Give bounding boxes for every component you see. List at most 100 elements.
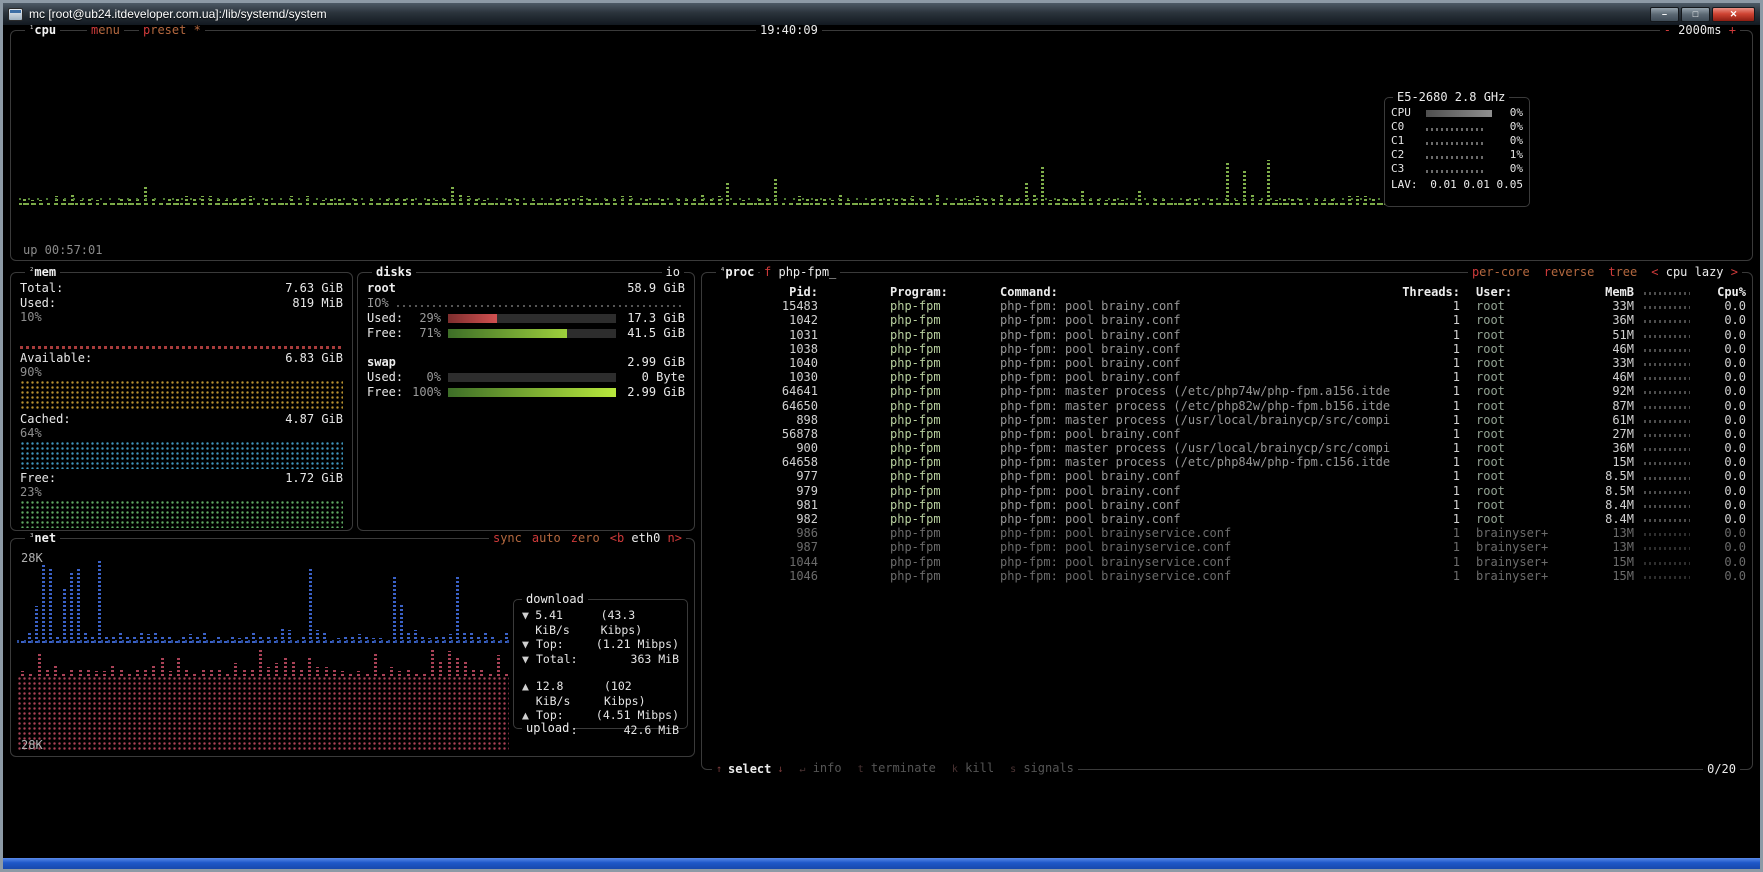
process-row[interactable]: 15483 php-fpm php-fpm: pool brainy.conf … (702, 299, 1752, 313)
disk-free-label: Free: (367, 326, 409, 341)
process-cpu-graph (1642, 498, 1698, 512)
column-memb[interactable]: MemB (1578, 285, 1634, 299)
process-pid: 64658 (708, 455, 818, 469)
terminate-action[interactable]: t terminate (858, 761, 936, 777)
process-row[interactable]: 981 php-fpm php-fpm: pool brainy.conf 1 … (702, 498, 1752, 512)
reverse-toggle[interactable]: reverse (1544, 265, 1595, 280)
process-row[interactable]: 900 php-fpm php-fpm: master process (/us… (702, 441, 1752, 455)
disks-box-title: disks (372, 265, 416, 280)
disk-free-fill (448, 329, 567, 338)
process-row[interactable]: 1031 php-fpm php-fpm: pool brainy.conf 1… (702, 328, 1752, 342)
select-action[interactable]: select (728, 762, 771, 777)
core-meter (1426, 148, 1492, 162)
disks-io-toggle[interactable]: io (662, 265, 684, 280)
title-bar[interactable]: mc [root@ub24.itdeveloper.com.ua]:/lib/s… (3, 3, 1760, 25)
column-program[interactable]: Program: (890, 285, 990, 299)
column-threads[interactable]: Threads: (1390, 285, 1460, 299)
process-row[interactable]: 64658 php-fpm php-fpm: master process (/… (702, 455, 1752, 469)
process-row[interactable]: 1042 php-fpm php-fpm: pool brainy.conf 1… (702, 313, 1752, 327)
per-core-toggle[interactable]: per-core (1472, 265, 1530, 280)
info-label: info (813, 761, 842, 775)
process-row[interactable]: 64650 php-fpm php-fpm: master process (/… (702, 399, 1752, 413)
net-upload-graph (17, 648, 509, 751)
process-row[interactable]: 986 php-fpm php-fpm: pool brainyservice.… (702, 526, 1752, 540)
preset-button[interactable]: preset * (143, 25, 201, 38)
process-user: root (1460, 455, 1578, 469)
process-row[interactable]: 987 php-fpm php-fpm: pool brainyservice.… (702, 540, 1752, 554)
download-total-row: ▼Total:363 MiB (522, 652, 679, 667)
process-user: root (1460, 356, 1578, 370)
interval-decrease-button[interactable]: - (1664, 25, 1671, 37)
net-box-options: sync auto zero <b eth0 n> (489, 531, 686, 546)
process-row[interactable]: 982 php-fpm php-fpm: pool brainy.conf 1 … (702, 512, 1752, 526)
process-mem: 36M (1578, 441, 1634, 455)
tree-toggle[interactable]: tree (1608, 265, 1637, 280)
interval-increase-button[interactable]: + (1729, 25, 1736, 37)
disk-free-row: Free: 71% 41.5 GiB (358, 326, 694, 341)
process-pid: 1038 (708, 342, 818, 356)
process-cpu-graph (1642, 356, 1698, 370)
kill-action[interactable]: k kill (952, 761, 994, 777)
minimize-button[interactable]: – (1650, 7, 1679, 22)
process-threads: 1 (1390, 569, 1460, 583)
net-iface-prev-button[interactable]: <b (610, 531, 624, 545)
process-mem: 13M (1578, 526, 1634, 540)
process-row[interactable]: 56878 php-fpm php-fpm: pool brainy.conf … (702, 427, 1752, 441)
swap-free-row: Free: 100% 2.99 GiB (358, 385, 694, 400)
window-controls: – □ ✕ (1650, 7, 1755, 22)
net-scale-bottom: 28K (21, 738, 43, 752)
process-cpu: 0.0 (1698, 555, 1746, 569)
process-mem: 8.5M (1578, 469, 1634, 483)
process-mem: 8.4M (1578, 498, 1634, 512)
net-zero-button[interactable]: zero (571, 531, 600, 546)
close-button[interactable]: ✕ (1712, 7, 1755, 22)
signals-action[interactable]: s signals (1010, 761, 1074, 777)
process-cpu: 0.0 (1698, 484, 1746, 498)
process-pid: 64650 (708, 399, 818, 413)
proc-filter[interactable]: f php-fpm_ (760, 265, 840, 280)
process-cpu: 0.0 (1698, 342, 1746, 356)
core-meter (1426, 134, 1492, 148)
sort-next-button[interactable]: > (1731, 265, 1738, 279)
process-pid: 898 (708, 413, 818, 427)
disk-name: swap (367, 355, 396, 370)
cpu-model: E5-2680 2.8 GHz (1393, 90, 1509, 105)
filter-key: f (764, 265, 771, 279)
process-mem: 27M (1578, 427, 1634, 441)
mem-total-row: Total:7.63 GiB (11, 281, 352, 296)
process-row[interactable]: 1046 php-fpm php-fpm: pool brainyservice… (702, 569, 1752, 583)
load-average-value: 0.01 0.01 0.05 (1418, 177, 1524, 193)
maximize-button[interactable]: □ (1681, 7, 1710, 22)
process-row[interactable]: 898 php-fpm php-fpm: master process (/us… (702, 413, 1752, 427)
sort-prev-button[interactable]: < (1651, 265, 1658, 279)
process-cpu: 0.0 (1698, 498, 1746, 512)
column-cpu[interactable]: Cpu% (1698, 285, 1746, 299)
process-row[interactable]: 1044 php-fpm php-fpm: pool brainyservice… (702, 555, 1752, 569)
process-row[interactable]: 979 php-fpm php-fpm: pool brainy.conf 1 … (702, 484, 1752, 498)
cpu-history-graph (19, 147, 1392, 205)
process-pid: 987 (708, 540, 818, 554)
column-user[interactable]: User: (1460, 285, 1578, 299)
net-iface-next-button[interactable]: n> (668, 531, 682, 545)
process-user: root (1460, 384, 1578, 398)
disk-used-value: 17.3 GiB (623, 311, 685, 326)
net-sync-button[interactable]: sync (493, 531, 522, 546)
process-row[interactable]: 977 php-fpm php-fpm: pool brainy.conf 1 … (702, 469, 1752, 483)
filter-input[interactable]: php-fpm_ (778, 265, 836, 279)
core-row: C00% (1391, 120, 1523, 134)
process-row[interactable]: 1030 php-fpm php-fpm: pool brainy.conf 1… (702, 370, 1752, 384)
process-mem: 15M (1578, 569, 1634, 583)
upload-total-value: 42.6 MiB (624, 723, 679, 738)
column-command[interactable]: Command: (1000, 285, 1390, 299)
process-row[interactable]: 64641 php-fpm php-fpm: master process (/… (702, 384, 1752, 398)
sort-value[interactable]: cpu lazy (1666, 265, 1724, 279)
process-row[interactable]: 1038 php-fpm php-fpm: pool brainy.conf 1… (702, 342, 1752, 356)
info-action[interactable]: ↵ info (799, 761, 841, 777)
process-cpu: 0.0 (1698, 455, 1746, 469)
process-row[interactable]: 1040 php-fpm php-fpm: pool brainy.conf 1… (702, 356, 1752, 370)
process-pid: 979 (708, 484, 818, 498)
process-command: php-fpm: master process (/etc/php84w/php… (1000, 455, 1390, 469)
column-pid[interactable]: Pid: (708, 285, 818, 299)
net-auto-button[interactable]: auto (532, 531, 561, 546)
menu-button[interactable]: menu (91, 25, 120, 38)
